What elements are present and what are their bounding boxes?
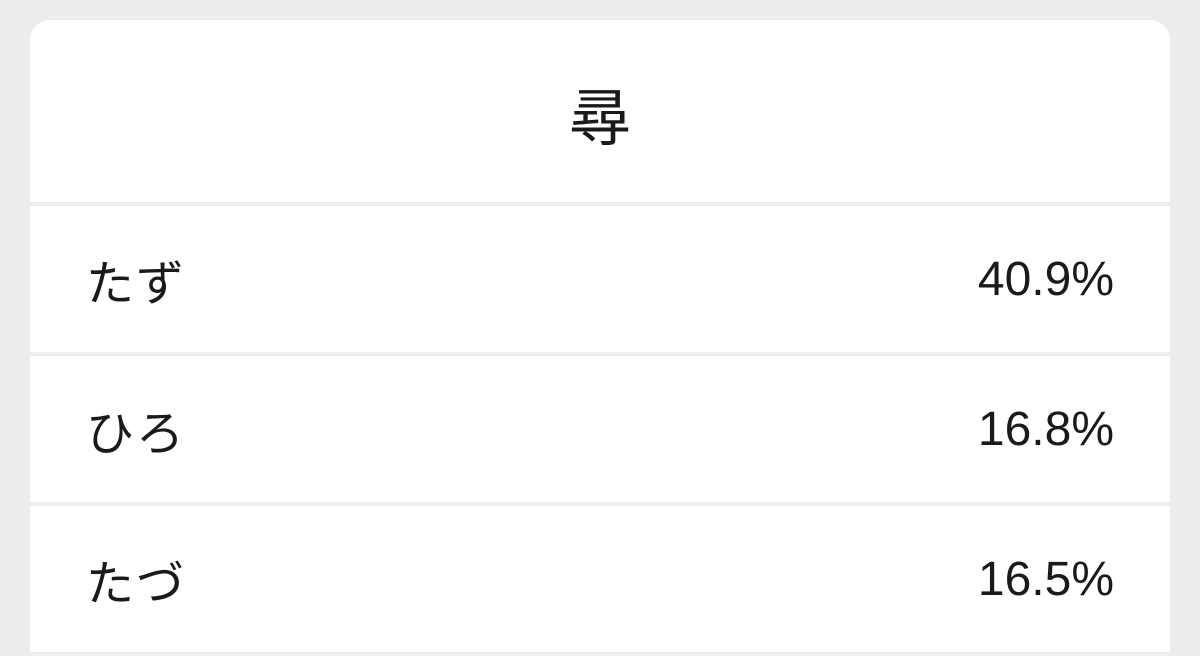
- list-item[interactable]: ひろ 16.8%: [30, 356, 1170, 506]
- card-header: 尋: [30, 20, 1170, 206]
- reading-label: たづ: [86, 544, 186, 614]
- list-item[interactable]: たず 40.9%: [30, 206, 1170, 356]
- kanji-title: 尋: [30, 68, 1170, 158]
- reading-label: ひろ: [86, 394, 186, 464]
- readings-card: 尋 たず 40.9% ひろ 16.8% たづ 16.5%: [30, 20, 1170, 656]
- reading-label: たず: [86, 244, 186, 314]
- reading-percent: 16.5%: [978, 552, 1114, 607]
- list-item[interactable]: たづ 16.5%: [30, 506, 1170, 656]
- reading-percent: 40.9%: [978, 252, 1114, 307]
- reading-percent: 16.8%: [978, 402, 1114, 457]
